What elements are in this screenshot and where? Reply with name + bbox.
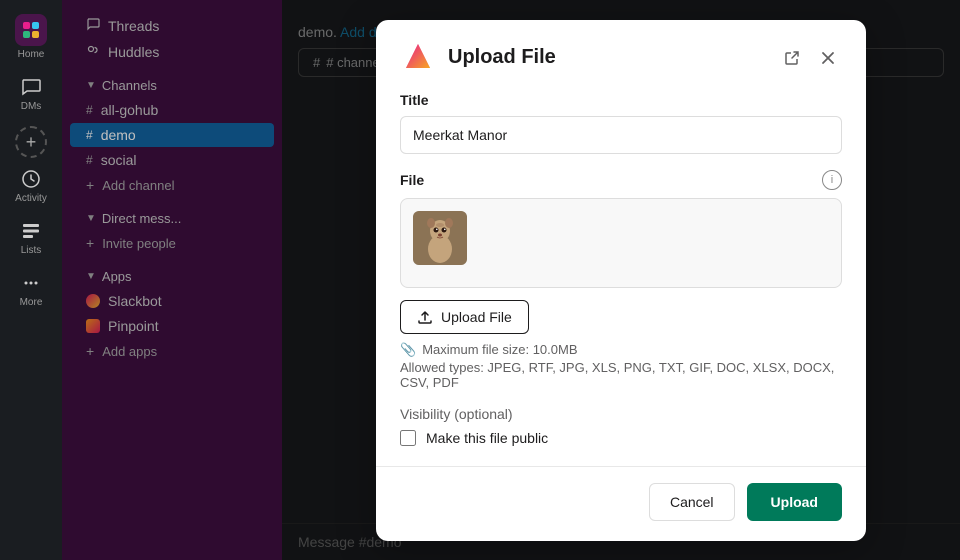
file-size-line: 📎 Maximum file size: 10.0MB (400, 342, 842, 358)
modal-footer: Cancel Upload (376, 466, 866, 541)
file-size-text: Maximum file size: 10.0MB (422, 342, 577, 357)
sidebar-item-huddles[interactable]: Huddles (70, 39, 274, 64)
slackbot-name: Slackbot (108, 293, 162, 309)
external-link-button[interactable] (778, 44, 806, 72)
rail-item-more[interactable]: More (8, 266, 54, 314)
hash-icon-all-gohub: # (86, 103, 93, 117)
huddles-label: Huddles (108, 44, 159, 60)
modal-body: Title File i (376, 92, 866, 466)
threads-icon (86, 17, 100, 34)
file-label: File (400, 172, 424, 188)
modal-title: Upload File (448, 46, 766, 69)
file-thumbnail (413, 211, 467, 265)
dms-icon (20, 76, 42, 98)
rail-item-home[interactable]: Home (8, 8, 54, 66)
file-drop-area[interactable] (400, 198, 842, 288)
sidebar-item-all-gohub[interactable]: # all-gohub (70, 98, 274, 122)
channel-name-all-gohub: all-gohub (101, 102, 159, 118)
activity-label: Activity (15, 193, 47, 204)
main-content: demo. Add description # # channel Messag… (282, 0, 960, 560)
sidebar-item-demo[interactable]: # demo (70, 123, 274, 147)
clip-icon: 📎 (400, 342, 416, 358)
sidebar-item-threads[interactable]: Threads (70, 13, 274, 38)
add-apps-label: Add apps (102, 344, 157, 359)
apps-section: ▼ Apps Slackbot Pinpoint + Add apps (62, 260, 282, 368)
pinpoint-name: Pinpoint (108, 318, 159, 334)
cancel-button[interactable]: Cancel (649, 483, 735, 521)
icon-rail: Home DMs + Activity Lists (0, 0, 62, 560)
plus-icon: + (26, 132, 37, 153)
add-channel-button[interactable]: + Add channel (70, 173, 274, 197)
pinpoint-icon (86, 319, 100, 333)
hash-icon-social: # (86, 153, 93, 167)
chevron-down-icon: ▼ (86, 80, 96, 91)
upload-file-button[interactable]: Upload File (400, 300, 529, 334)
make-public-label[interactable]: Make this file public (426, 430, 548, 446)
channels-header-label: Channels (102, 78, 157, 93)
modal-overlay: Upload File (282, 0, 960, 560)
upload-file-modal: Upload File (376, 20, 866, 541)
chevron-down-icon-dm: ▼ (86, 213, 96, 224)
upload-btn-label: Upload File (441, 309, 512, 325)
activity-icon (20, 168, 42, 190)
upload-icon (417, 309, 433, 325)
visibility-label: Visibility (optional) (400, 406, 842, 422)
lists-label: Lists (21, 245, 42, 256)
allowed-types-text: Allowed types: JPEG, RTF, JPG, XLS, PNG,… (400, 360, 842, 390)
rail-item-dms[interactable]: DMs (8, 70, 54, 118)
visibility-section: Visibility (optional) Make this file pub… (400, 406, 842, 446)
more-icon (20, 272, 42, 294)
direct-messages-header[interactable]: ▼ Direct mess... (70, 207, 274, 230)
make-public-checkbox[interactable] (400, 430, 416, 446)
direct-messages-section: ▼ Direct mess... + Invite people (62, 202, 282, 260)
add-apps-button[interactable]: + Add apps (70, 339, 274, 363)
threads-label: Threads (108, 18, 159, 34)
slackbot-icon (86, 294, 100, 308)
plus-icon-apps: + (86, 343, 94, 359)
dms-label: DMs (21, 101, 42, 112)
upload-button[interactable]: Upload (747, 483, 842, 521)
sidebar-item-pinpoint[interactable]: Pinpoint (70, 314, 274, 338)
title-input[interactable] (400, 116, 842, 154)
add-channel-label: Add channel (102, 178, 174, 193)
rail-item-activity[interactable]: Activity (8, 162, 54, 210)
apps-header-label: Apps (102, 269, 132, 284)
file-info-icon[interactable]: i (822, 170, 842, 190)
lists-icon (20, 220, 42, 242)
channel-name-social: social (101, 152, 137, 168)
plus-icon-invite: + (86, 235, 94, 251)
channel-name-demo: demo (101, 127, 136, 143)
sidebar-item-social[interactable]: # social (70, 148, 274, 172)
close-modal-button[interactable] (814, 44, 842, 72)
make-public-row: Make this file public (400, 430, 842, 446)
file-form-group: File i (400, 170, 842, 390)
invite-people-label: Invite people (102, 236, 176, 251)
home-label: Home (18, 49, 45, 60)
file-section-header: File i (400, 170, 842, 190)
huddles-icon (86, 43, 100, 60)
hash-icon-demo: # (86, 128, 93, 142)
invite-people-button[interactable]: + Invite people (70, 231, 274, 255)
home-app-icon (15, 14, 47, 46)
rail-item-lists[interactable]: Lists (8, 214, 54, 262)
threads-huddles-section: Threads Huddles (62, 8, 282, 69)
add-workspace-button[interactable]: + (15, 126, 47, 158)
title-form-group: Title (400, 92, 842, 154)
channels-section: ▼ Channels # all-gohub # demo # social +… (62, 69, 282, 202)
channel-sidebar: Threads Huddles ▼ Channels # all-gohub #… (62, 0, 282, 560)
sidebar-item-slackbot[interactable]: Slackbot (70, 289, 274, 313)
modal-logo (400, 40, 436, 76)
direct-messages-label: Direct mess... (102, 211, 181, 226)
more-label: More (20, 297, 43, 308)
channels-header[interactable]: ▼ Channels (70, 74, 274, 97)
info-icon-text: i (831, 174, 833, 186)
modal-header: Upload File (376, 20, 866, 92)
file-info: 📎 Maximum file size: 10.0MB Allowed type… (400, 342, 842, 390)
chevron-down-icon-apps: ▼ (86, 271, 96, 282)
apps-header[interactable]: ▼ Apps (70, 265, 274, 288)
title-label: Title (400, 92, 842, 108)
modal-actions (778, 44, 842, 72)
plus-icon-channel: + (86, 177, 94, 193)
